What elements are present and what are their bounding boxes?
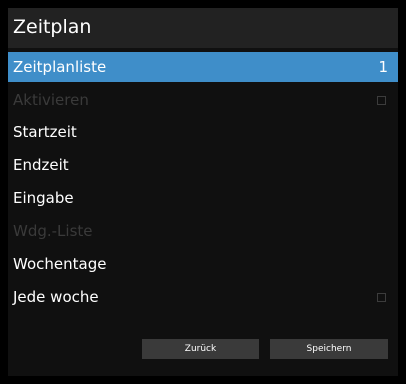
menu-item-label: Wdg.-Liste [13,222,93,240]
dialog-header: Zeitplan [8,8,398,48]
menu-item-label: Startzeit [13,123,77,141]
menu-item-wochentage[interactable]: Wochentage [8,249,398,279]
menu-item-label: Wochentage [13,255,107,273]
menu-item-wdg-liste: Wdg.-Liste [8,216,398,246]
save-button[interactable]: Speichern [270,339,388,359]
menu-item-eingabe[interactable]: Eingabe [8,183,398,213]
schedule-dialog: Zeitplan Zeitplanliste 1 Aktivieren Star… [8,8,398,376]
activate-checkbox [377,96,386,105]
menu-item-aktivieren: Aktivieren [8,85,398,115]
every-week-checkbox[interactable] [377,293,386,302]
menu-item-zeitplanliste[interactable]: Zeitplanliste 1 [8,52,398,82]
menu-item-label: Aktivieren [13,91,89,109]
menu-item-label: Jede woche [13,288,99,306]
menu-item-label: Endzeit [13,156,69,174]
menu-item-startzeit[interactable]: Startzeit [8,117,398,147]
menu-item-endzeit[interactable]: Endzeit [8,150,398,180]
menu-item-jede-woche[interactable]: Jede woche [8,282,398,312]
menu-item-label: Zeitplanliste [13,58,107,76]
menu-item-label: Eingabe [13,189,74,207]
back-button[interactable]: Zurück [142,339,259,359]
schedule-list-value: 1 [378,58,388,76]
dialog-title: Zeitplan [13,16,92,38]
